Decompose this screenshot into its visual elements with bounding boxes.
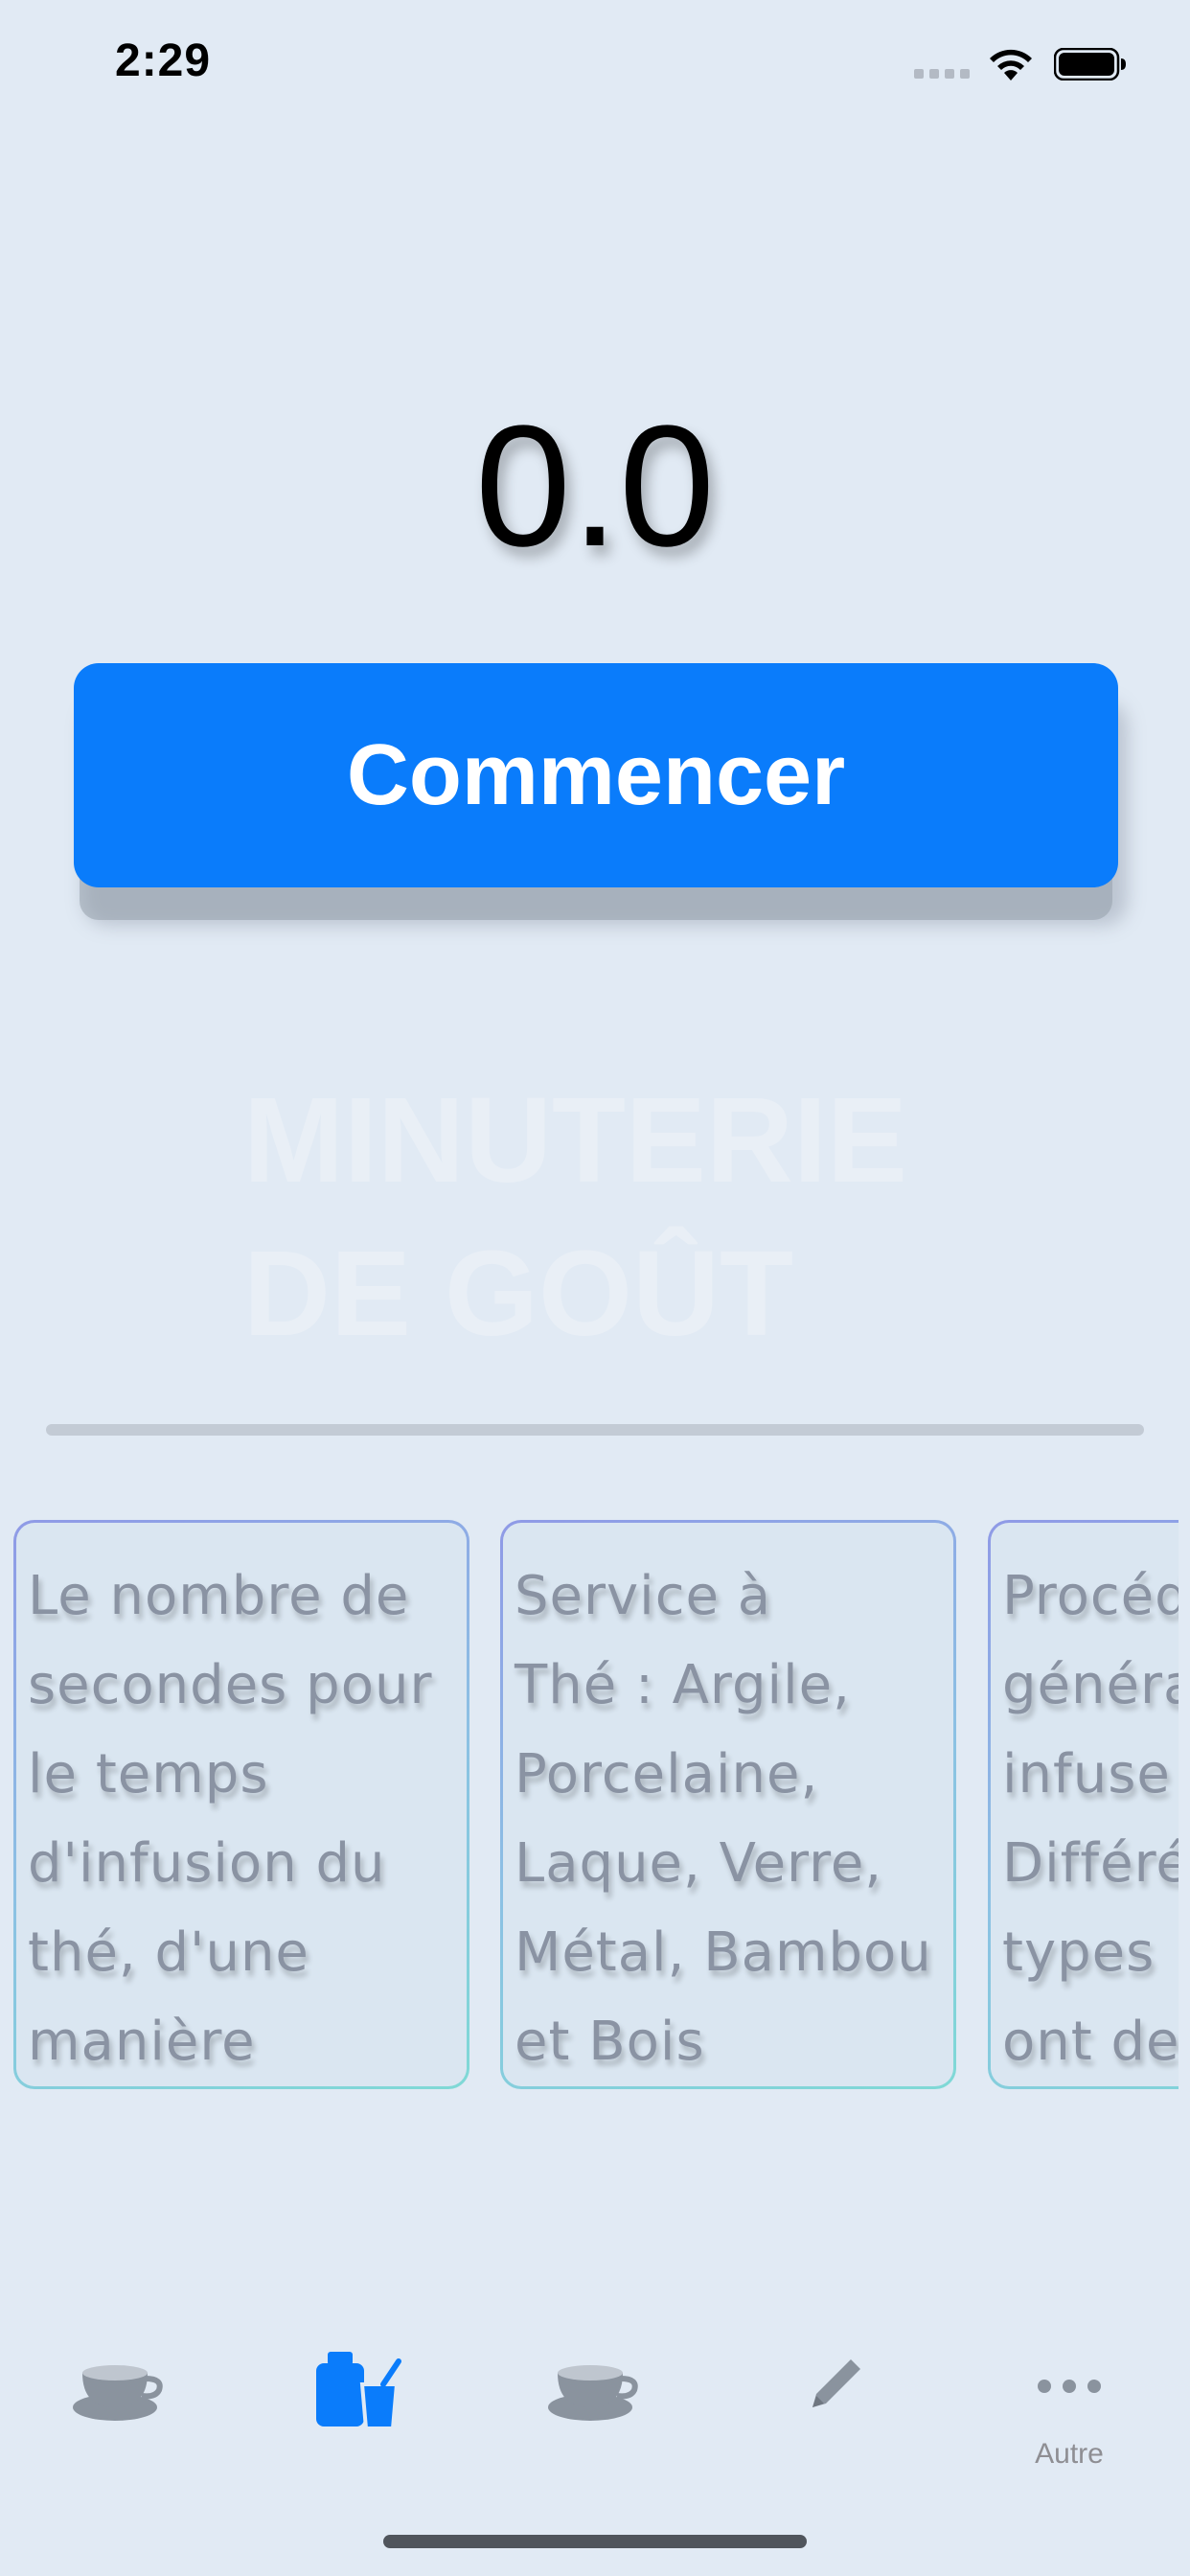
watermark-line-2: DE GOÛT [243, 1226, 794, 1361]
tab-tea-bag-cup[interactable] [251, 2319, 462, 2492]
tip-cards-carousel[interactable]: Le nombre de secondes pour le temps d'in… [0, 1520, 1179, 2095]
timer-display: 0.0 [474, 390, 716, 583]
start-button[interactable]: Commencer [74, 663, 1118, 887]
more-icon [1038, 2380, 1101, 2393]
tip-card[interactable]: Le nombre de secondes pour le temps d'in… [13, 1520, 469, 2089]
tip-card-text: Procéd généra infuse Différé types ont d… [1002, 1565, 1179, 2073]
teacup-icon [73, 2365, 163, 2421]
tip-card-text: Le nombre de secondes pour le temps d'in… [28, 1565, 433, 2073]
home-indicator [383, 2535, 807, 2548]
tab-teacup-1[interactable] [13, 2319, 224, 2492]
watermark-line-1: MINUTERIE [243, 1072, 907, 1208]
tab-bar: Autre [0, 2319, 1190, 2511]
divider [46, 1424, 1144, 1436]
teacup-icon [548, 2365, 638, 2421]
cellular-signal-icon [914, 69, 970, 80]
status-time: 2:29 [115, 35, 212, 86]
battery-icon [1054, 48, 1126, 80]
tab-more[interactable]: Autre [964, 2319, 1175, 2492]
tip-card-text: Service à Thé : Argile, Porcelaine, Laqu… [515, 1565, 932, 2073]
app-title-watermark: MINUTERIE DE GOÛT [243, 1064, 1106, 1370]
tab-edit[interactable] [726, 2319, 937, 2492]
pencil-icon [812, 2359, 860, 2407]
tab-more-label: Autre [1035, 2438, 1104, 2470]
tab-teacup-2[interactable] [489, 2319, 699, 2492]
status-bar: 2:29 [0, 0, 1190, 126]
tip-card[interactable]: Service à Thé : Argile, Porcelaine, Laqu… [500, 1520, 956, 2089]
tip-card[interactable]: Procéd généra infuse Différé types ont d… [988, 1520, 1179, 2089]
tea-bag-cup-icon [316, 2352, 401, 2430]
wifi-icon [990, 49, 1032, 80]
